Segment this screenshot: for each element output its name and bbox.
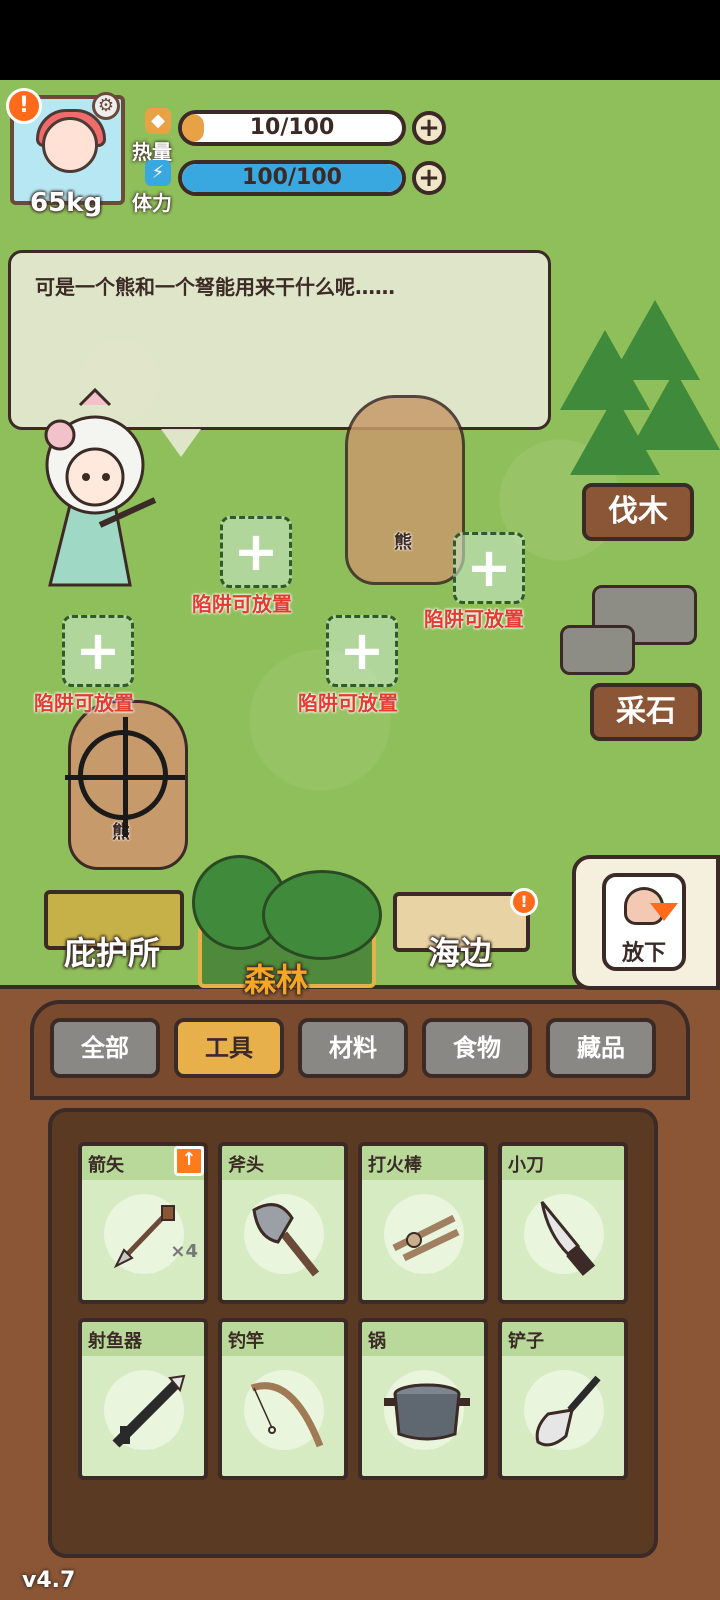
category-tab-tools[interactable]: 工具 [174, 1018, 284, 1078]
item-slot-fish-gun[interactable]: 射鱼器 [78, 1318, 208, 1480]
item-slot-knife[interactable]: 小刀 [498, 1142, 628, 1304]
seaside-alert-icon: ! [510, 888, 538, 916]
stamina-bar: 100/100 [178, 160, 406, 196]
avatar-face [42, 117, 98, 173]
item-name: 钓竿 [228, 1331, 264, 1352]
stamina-icon: ⚡ [145, 160, 171, 186]
trap-slot-label: 陷阱可放置 [298, 691, 398, 715]
trap-slot-label: 陷阱可放置 [34, 691, 134, 715]
category-tab-all[interactable]: 全部 [50, 1018, 160, 1078]
item-name: 锅 [368, 1331, 386, 1352]
drop-hand-icon: 放下 [602, 873, 686, 971]
trap-slot[interactable]: + [326, 615, 398, 687]
category-tab-food[interactable]: 食物 [422, 1018, 532, 1078]
item-name: 小刀 [508, 1155, 544, 1176]
knife-icon [540, 1201, 596, 1276]
settings-gear-icon[interactable]: ⚙ [92, 92, 120, 120]
shovel-icon [535, 1375, 601, 1447]
status-bar [0, 0, 720, 80]
add-stamina-button[interactable]: + [412, 161, 446, 195]
drop-label: 放下 [621, 941, 666, 966]
fishing-rod-icon [250, 1382, 324, 1448]
item-slot-shovel[interactable]: 铲子 [498, 1318, 628, 1480]
version-label: v4.7 [22, 1568, 76, 1593]
category-tab-collectibles[interactable]: 藏品 [546, 1018, 656, 1078]
stamina-label: 体力 [132, 191, 172, 215]
item-count: ×4 [170, 1241, 198, 1262]
dialog-text: 可是一个熊和一个弩能用来干什么呢…… [35, 275, 395, 299]
trap-slot[interactable]: + [220, 516, 292, 588]
trap-slot[interactable]: + [62, 615, 134, 687]
tree [570, 395, 660, 475]
pot-icon [384, 1383, 470, 1441]
bear-name-label: 熊 [394, 532, 412, 553]
trap-slot-label: 陷阱可放置 [192, 592, 292, 616]
target-crosshair-icon [65, 717, 185, 837]
upgrade-icon: ↑ [174, 1146, 204, 1176]
item-slot-fishing-rod[interactable]: 钓竿 [218, 1318, 348, 1480]
item-name: 铲子 [508, 1331, 544, 1352]
fish-gun-icon [112, 1374, 186, 1448]
category-tab-materials[interactable]: 材料 [298, 1018, 408, 1078]
item-name: 打火棒 [368, 1155, 422, 1176]
item-slot-arrow[interactable]: 箭矢 ×4 ↑ [78, 1142, 208, 1304]
tree [610, 300, 700, 380]
location-label-seaside: 海边 [428, 934, 493, 972]
rock [560, 625, 635, 675]
trap-slot[interactable]: + [453, 532, 525, 604]
drop-button[interactable]: 放下 [572, 855, 720, 990]
bush [262, 870, 382, 960]
calorie-bar: 10/100 [178, 110, 406, 146]
item-slot-fire-starter[interactable]: 打火棒 [358, 1142, 488, 1304]
item-slot-axe[interactable]: 斧头 [218, 1142, 348, 1304]
add-calories-button[interactable]: + [412, 111, 446, 145]
trap-slot-label: 陷阱可放置 [424, 607, 524, 631]
calorie-value: 10/100 [249, 115, 335, 140]
chop-wood-sign[interactable]: 伐木 [582, 483, 694, 541]
axe-icon [252, 1203, 320, 1277]
location-label-forest: 森林 [244, 961, 309, 999]
stamina-value: 100/100 [242, 165, 342, 190]
game-screen: 伐木 采石 ! ⚙ 65kg ◆ 热量 10/100 + ⚡ 体力 100/10… [0, 0, 720, 1600]
item-name: 射鱼器 [88, 1331, 142, 1352]
dialog-tail [161, 429, 201, 457]
item-name: 斧头 [228, 1155, 264, 1176]
fire-starter-icon [392, 1214, 460, 1262]
location-label-shelter: 庇护所 [64, 934, 161, 972]
calorie-icon: ◆ [145, 108, 171, 134]
alert-icon[interactable]: ! [6, 88, 42, 124]
weight-value: 65kg [30, 188, 103, 218]
player-character [44, 387, 157, 587]
bear[interactable] [345, 395, 465, 585]
item-slot-pot[interactable]: 锅 [358, 1318, 488, 1480]
item-name: 箭矢 [88, 1155, 124, 1176]
quarry-sign[interactable]: 采石 [590, 683, 702, 741]
